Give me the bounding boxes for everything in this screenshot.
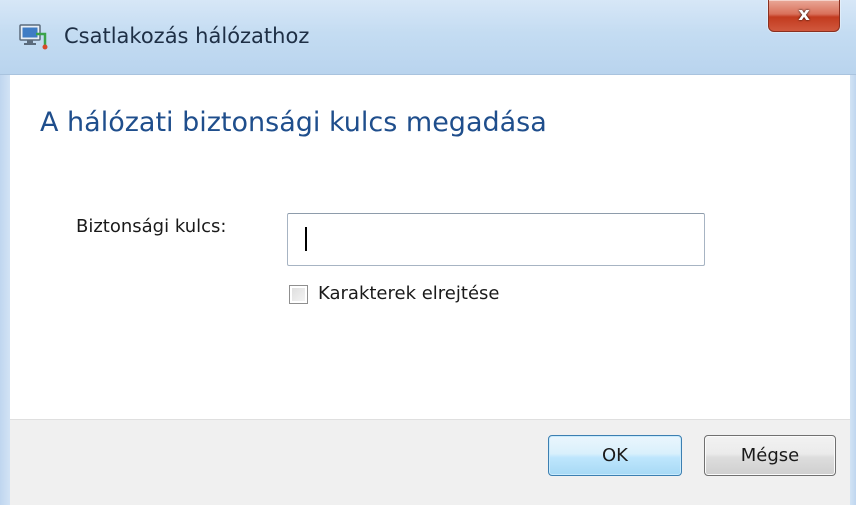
close-button[interactable]: x <box>768 0 840 32</box>
ok-button[interactable]: OK <box>548 435 682 476</box>
security-key-input[interactable] <box>287 213 705 266</box>
security-key-label: Biztonsági kulcs: <box>76 216 227 237</box>
network-connect-icon <box>18 22 48 50</box>
dialog-heading: A hálózati biztonsági kulcs megadása <box>40 107 547 138</box>
title-bar[interactable]: Csatlakozás hálózathoz x <box>0 0 856 75</box>
window-frame-right <box>850 75 856 505</box>
hide-characters-label[interactable]: Karakterek elrejtése <box>318 282 499 306</box>
window-title: Csatlakozás hálózathoz <box>64 24 310 48</box>
connect-network-dialog: Csatlakozás hálózathoz x A hálózati bizt… <box>0 0 856 505</box>
cancel-button[interactable]: Mégse <box>704 435 836 476</box>
dialog-footer: OK Mégse <box>10 419 850 505</box>
dialog-content: A hálózati biztonsági kulcs megadása Biz… <box>10 75 850 419</box>
text-caret <box>305 227 307 251</box>
hide-characters-checkbox[interactable] <box>289 285 308 304</box>
window-frame-left <box>0 75 10 505</box>
close-icon: x <box>798 4 810 25</box>
